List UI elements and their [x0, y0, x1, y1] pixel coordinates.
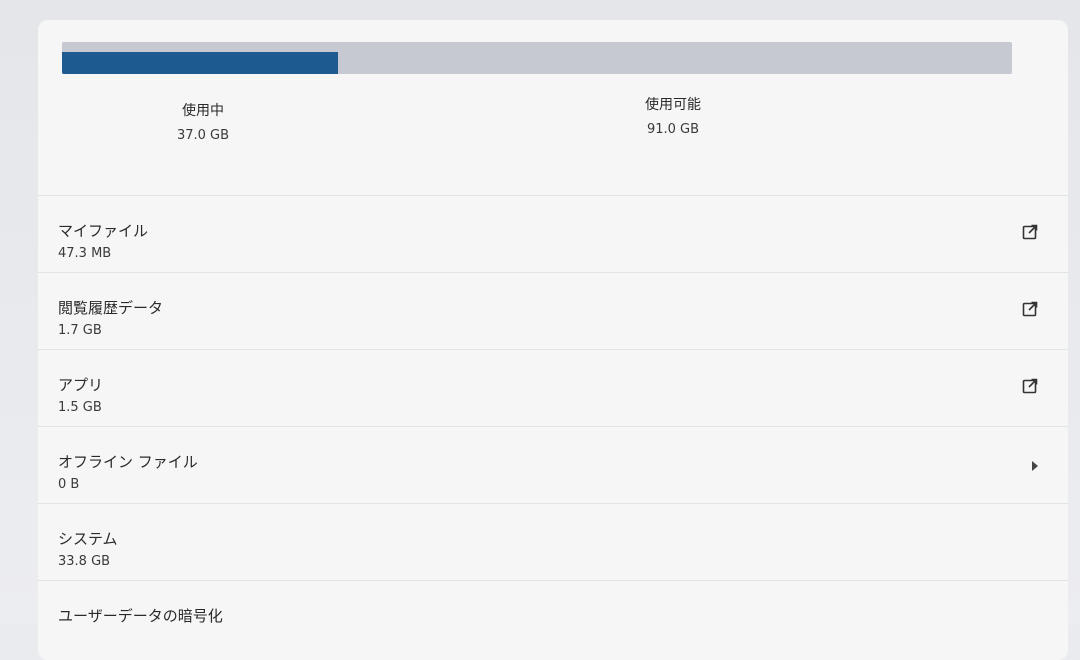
item-size: 47.3 MB — [58, 246, 112, 261]
storage-panel: 使用中 37.0 GB 使用可能 91.0 GB マイファイル 47.3 MB … — [38, 20, 1068, 660]
available-label: 使用可能 — [645, 97, 701, 113]
used-value: 37.0 GB — [176, 128, 230, 143]
list-item-my-files[interactable]: マイファイル 47.3 MB — [38, 195, 1068, 272]
list-item-apps[interactable]: アプリ 1.5 GB — [38, 349, 1068, 426]
item-size: 1.5 GB — [58, 400, 102, 415]
item-name: アプリ — [58, 376, 104, 394]
list-item-offline-files[interactable]: オフライン ファイル 0 B — [38, 426, 1068, 503]
item-name: ユーザーデータの暗号化 — [58, 607, 223, 625]
list-item-user-data-encryption[interactable]: ユーザーデータの暗号化 — [38, 580, 1068, 657]
item-name: 閲覧履歴データ — [58, 299, 164, 317]
storage-usage-bar — [62, 42, 1012, 74]
item-size: 0 B — [58, 477, 80, 492]
available-value: 91.0 GB — [646, 122, 700, 137]
available-legend: 使用可能 91.0 GB — [618, 94, 728, 137]
open-external-icon[interactable] — [1020, 376, 1040, 396]
chevron-right-icon[interactable] — [1032, 461, 1038, 471]
storage-items-list: マイファイル 47.3 MB 閲覧履歴データ 1.7 GB アプリ 1.5 GB… — [38, 195, 1068, 657]
window-background: 使用中 37.0 GB 使用可能 91.0 GB マイファイル 47.3 MB … — [0, 0, 1080, 660]
list-item-browsing-data[interactable]: 閲覧履歴データ 1.7 GB — [38, 272, 1068, 349]
item-size: 33.8 GB — [58, 554, 111, 569]
list-item-system: システム 33.8 GB — [38, 503, 1068, 580]
item-name: システム — [58, 530, 118, 548]
item-size: 1.7 GB — [58, 323, 102, 338]
storage-used-fill — [62, 52, 338, 74]
used-legend: 使用中 37.0 GB — [148, 100, 258, 143]
used-label: 使用中 — [182, 103, 224, 119]
open-external-icon[interactable] — [1020, 222, 1040, 242]
item-name: マイファイル — [58, 222, 149, 240]
open-external-icon[interactable] — [1020, 299, 1040, 319]
item-name: オフライン ファイル — [58, 453, 198, 471]
